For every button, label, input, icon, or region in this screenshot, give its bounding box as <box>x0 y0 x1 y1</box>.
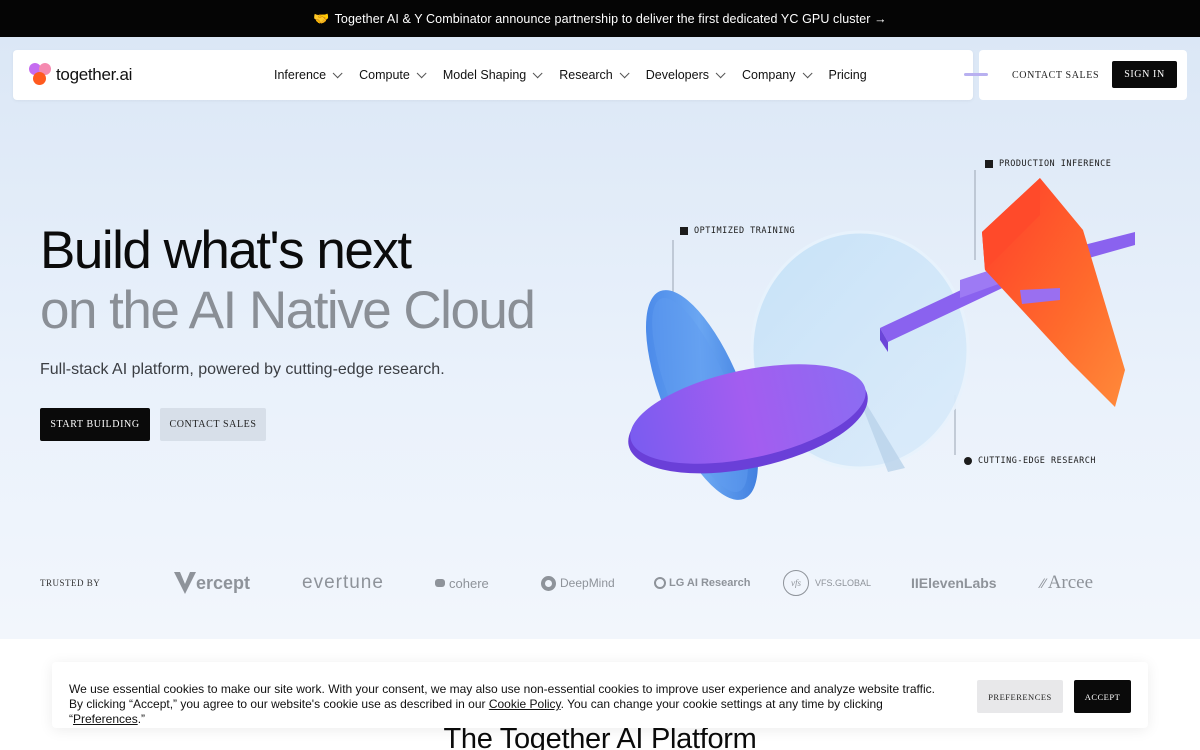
announcement-text[interactable]: Together AI & Y Combinator announce part… <box>335 12 887 26</box>
brand-text: ercept <box>196 572 251 593</box>
logo-vercept: ercept <box>172 570 250 596</box>
nav-item-inference[interactable]: Inference <box>274 67 343 82</box>
arcee-icon: ⁄⁄ <box>1041 575 1046 591</box>
chevron-down-icon <box>619 67 630 78</box>
hero-title-line1: Build what's next <box>40 221 412 280</box>
cookie-text-part: .” <box>137 712 146 726</box>
logo-cohere: cohere <box>435 570 489 596</box>
label-text: CUTTING-EDGE RESEARCH <box>978 456 1096 466</box>
nav-label: Model Shaping <box>442 68 527 82</box>
label-production-inference: PRODUCTION INFERENCE <box>985 159 1111 169</box>
nav-item-pricing[interactable]: Pricing <box>829 68 867 82</box>
cookie-policy-link[interactable]: Cookie Policy <box>489 697 561 711</box>
logo-arcee: ⁄⁄ Arcee <box>1041 570 1093 596</box>
cookie-banner: We use essential cookies to make our sit… <box>52 662 1148 728</box>
brand-text: LG AI Research <box>669 577 751 589</box>
logo[interactable]: together.ai <box>29 63 132 87</box>
hero-title-line2: on the AI Native Cloud <box>40 281 536 340</box>
logo-text: together.ai <box>56 65 133 84</box>
label-text: OPTIMIZED TRAINING <box>694 226 796 236</box>
platform-section-title: The Together AI Platform <box>443 723 757 750</box>
nav-label: Research <box>559 68 613 82</box>
logo-lg-ai-research: LG AI Research <box>654 570 751 596</box>
chevron-down-icon <box>416 67 427 78</box>
announcement-bar[interactable]: 🤝 Together AI & Y Combinator announce pa… <box>0 0 1200 37</box>
cookie-message: We use essential cookies to make our sit… <box>69 682 949 727</box>
brand-text: Arcee <box>1047 572 1094 593</box>
chevron-down-icon <box>715 67 726 78</box>
logo-deepmind: DeepMind <box>541 570 615 596</box>
square-icon <box>985 160 993 168</box>
brand-text: IIElevenLabs <box>911 575 997 591</box>
nav-label: Developers <box>645 68 709 82</box>
chevron-down-icon <box>332 67 343 78</box>
vfs-badge-icon: vfs <box>783 570 809 596</box>
label-text: PRODUCTION INFERENCE <box>999 159 1112 169</box>
hero-contact-sales-button[interactable]: CONTACT SALES <box>160 408 266 441</box>
logo-mark-icon <box>29 63 53 87</box>
brand-text: VFS.GLOBAL <box>815 578 872 588</box>
nav-contact-sales-button[interactable]: CONTACT SALES <box>1012 63 1099 87</box>
vfs-badge-text: vfs <box>791 578 801 588</box>
circle-icon <box>964 457 972 465</box>
nav-label: Compute <box>359 68 410 82</box>
nav-label: Company <box>742 68 796 82</box>
lg-icon <box>654 577 666 589</box>
start-building-button[interactable]: START BUILDING <box>40 408 150 441</box>
label-cutting-edge-research: CUTTING-EDGE RESEARCH <box>964 456 1096 466</box>
nav-label: Inference <box>274 68 327 82</box>
brand-text: evertune <box>302 572 384 593</box>
nav-item-model-shaping[interactable]: Model Shaping <box>442 67 543 82</box>
chevron-down-icon <box>802 67 813 78</box>
logo-elevenlabs: IIElevenLabs <box>911 570 997 596</box>
hero-3d-illustration <box>628 170 1135 500</box>
main-navbar: together.ai Inference Compute Model Shap… <box>13 50 973 100</box>
square-icon <box>680 227 688 235</box>
cohere-icon <box>435 579 445 587</box>
brand-text: cohere <box>449 575 489 591</box>
decorative-dash <box>964 73 988 76</box>
handshake-icon: 🤝 <box>313 10 330 26</box>
accept-button[interactable]: ACCEPT <box>1074 680 1131 713</box>
hero-subtitle: Full-stack AI platform, powered by cutti… <box>40 361 445 378</box>
logo-vfs-global: vfs VFS.GLOBAL <box>783 570 871 596</box>
nav-item-company[interactable]: Company <box>742 67 813 82</box>
preferences-button[interactable]: PREFERENCES <box>977 680 1063 713</box>
preferences-link[interactable]: Preferences <box>73 712 138 726</box>
vercept-v-icon <box>174 572 196 594</box>
nav-item-research[interactable]: Research <box>559 67 630 82</box>
nav-item-compute[interactable]: Compute <box>359 67 427 82</box>
chevron-down-icon <box>532 67 543 78</box>
nav-label: Pricing <box>828 68 867 82</box>
nav-menu: Inference Compute Model Shaping Research… <box>274 50 887 100</box>
logo-evertune: evertune <box>302 570 384 596</box>
nav-item-developers[interactable]: Developers <box>645 67 726 82</box>
deepmind-icon <box>541 575 556 591</box>
brand-text: DeepMind <box>560 576 615 590</box>
label-optimized-training: OPTIMIZED TRAINING <box>680 226 795 236</box>
sign-in-button[interactable]: SIGN IN <box>1112 61 1177 88</box>
trusted-by-label: TRUSTED BY <box>40 578 101 588</box>
